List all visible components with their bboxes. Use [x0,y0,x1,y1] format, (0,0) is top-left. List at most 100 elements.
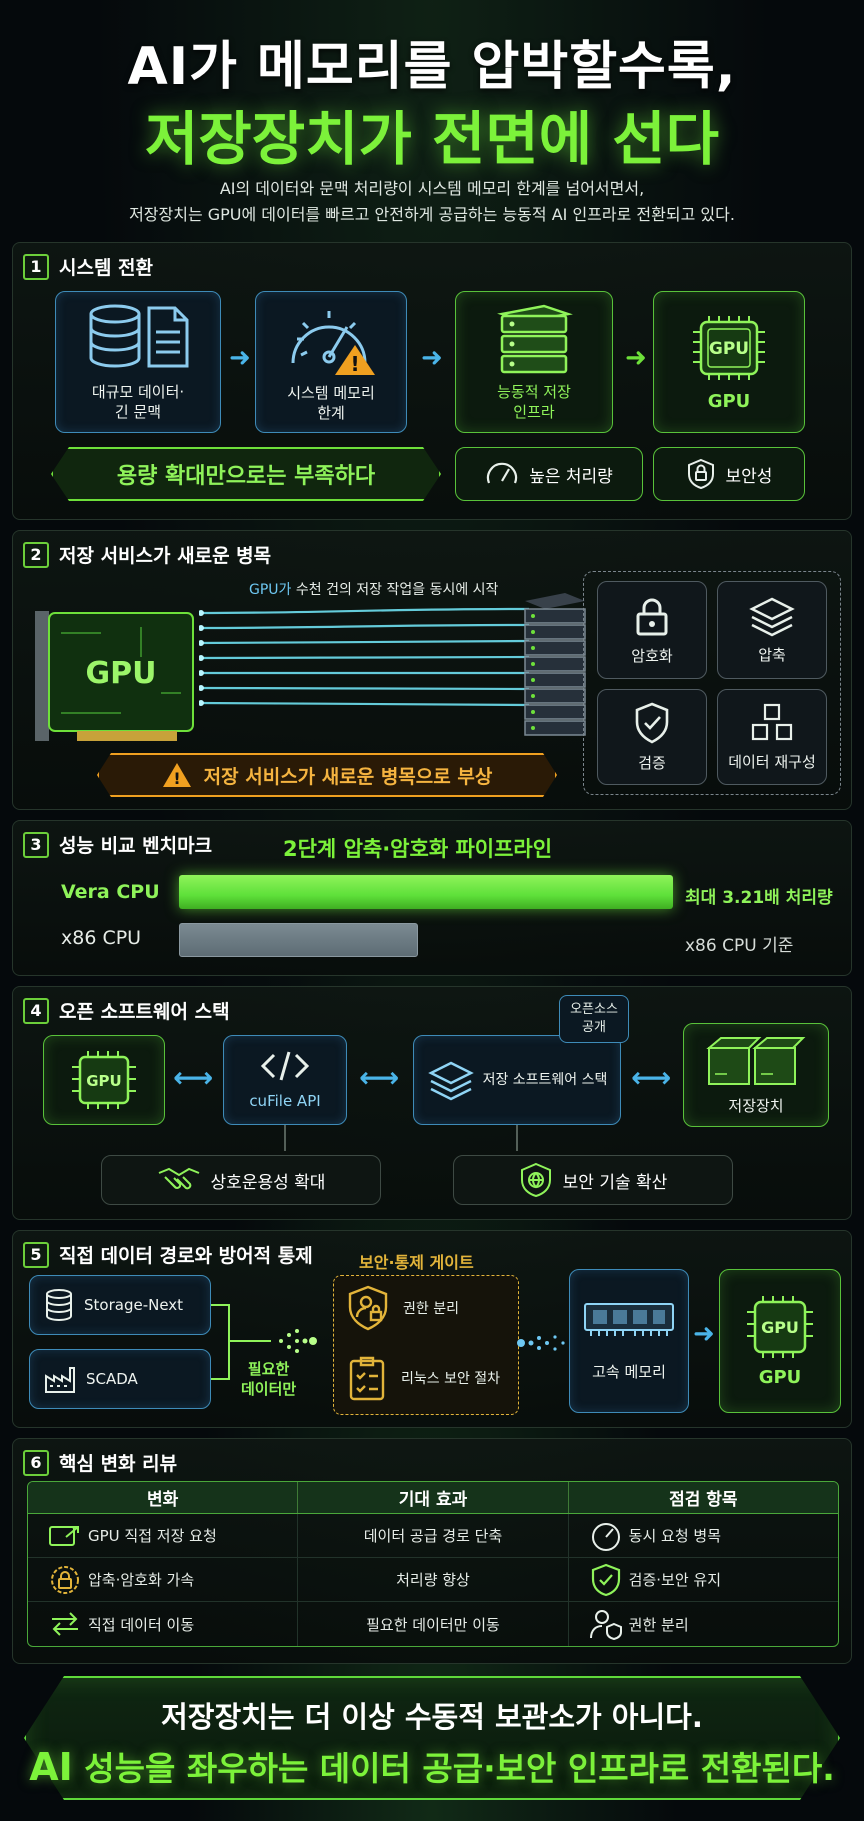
column-header: 점검 항목 [669,1490,738,1510]
bottleneck-warning: ! 저장 서비스가 새로운 병목으로 부상 [97,753,557,797]
table-row: GPU 직접 저장 요청 데이터 공급 경로 단축 동시 요청 병목 [28,1514,838,1558]
section-number: 3 [23,831,49,858]
table-header: 변화 기대 효과 점검 항목 [28,1482,838,1514]
bar-x86-cpu [179,923,418,957]
io-flow-lines [199,607,530,707]
pipeline-title: 2단계 압축·암호화 파이프라인 [283,837,553,861]
filter-line2: 데이터만 [241,1380,297,1398]
change-cell: 압축·암호화 가속 [28,1558,299,1601]
cell-text: 권한 분리 [628,1615,689,1634]
section-number: 1 [23,253,49,280]
section-key-changes-review: 6 핵심 변화 리뷰 변화 기대 효과 점검 항목 GPU 직접 저장 요청 데… [12,1438,852,1664]
handshake-icon [158,1167,199,1190]
gate-output-flow [517,1335,565,1351]
section-number: 2 [23,541,49,568]
step-large-data: 대규모 데이터· 긴 문맥 [55,291,221,433]
service-label: 검증 [638,754,666,772]
memory-module-icon [584,1303,674,1336]
source-label: Storage-Next [84,1296,184,1314]
footer-ai-highlight: AI [29,1745,73,1789]
database-document-icon [89,304,189,368]
capacity-banner: 용량 확대만으로는 부족하다 [51,447,441,501]
gauge-warning-icon: ! [291,311,375,376]
benefit-label: 보안 기술 확산 [562,1172,668,1193]
gpu-card-label: GPU [86,656,157,691]
section-storage-bottleneck: 2 저장 서비스가 새로운 병목 GPU GPU가 수천 건의 저장 작업을 동… [12,530,852,810]
gpu-chip-label: GPU [761,1318,799,1337]
section-title: 시스템 전환 [59,257,154,279]
gate-item-separation: 권한 분리 [347,1285,459,1331]
check-cell: 권한 분리 [569,1602,838,1646]
step-memory-limit: ! 시스템 메모리 한계 [255,291,407,433]
step-label: GPU [707,391,751,412]
flow-caption-text: 수천 건의 저장 작업을 동시에 시작 [291,582,499,598]
gate-item-linux: 리눅스 보안 절차 [347,1355,500,1401]
server-stack-icon [497,304,573,374]
storage-server-icon [524,593,586,736]
step-label-line1: 능동적 저장 [497,383,571,401]
flow-caption-highlight: GPU가 [249,582,292,598]
subtitle: AI의 데이터와 문맥 처리량이 시스템 메모리 한계를 넘어서면서, 저장장치… [0,176,864,228]
section-number: 5 [23,1241,49,1268]
bar-label-vera: Vera CPU [61,881,160,903]
benefit-security-spread: 보안 기술 확산 [453,1155,733,1205]
high-speed-memory: 고속 메모리 [569,1269,689,1413]
effect-cell: 필요한 데이터만 이동 [298,1602,569,1646]
step-label-line2: 긴 문맥 [114,403,162,421]
source-scada: SCADA [29,1349,211,1409]
lock-icon [636,598,668,636]
service-verification: 검증 [597,689,707,785]
bar-note-x86: x86 CPU 기준 [685,936,794,956]
section-title: 저장 서비스가 새로운 병목 [59,545,272,567]
gpu-chip-icon: GPU [693,316,765,380]
review-table: 변화 기대 효과 점검 항목 GPU 직접 저장 요청 데이터 공급 경로 단축… [27,1481,839,1647]
cell-text: GPU 직접 저장 요청 [88,1527,217,1545]
footer-line-1: 저장장치는 더 이상 수동적 보관소가 아니다. [161,1700,703,1734]
arrow-right-icon: ➜ [421,343,443,373]
step-gpu: GPU GPU [653,291,805,433]
destination-gpu: GPU GPU [719,1269,841,1413]
gpu-chip-icon: GPU [747,1296,813,1358]
section-benchmark: 3 성능 비교 벤치마크 2단계 압축·암호화 파이프라인 Vera CPU 최… [12,820,852,976]
section-system-transition: 1 시스템 전환 대규모 데이터· 긴 문맥 ➜ ! 시스템 메모리 한계 ➜ … [12,242,852,520]
benefit-label: 상호운용성 확대 [210,1172,326,1193]
section-number: 6 [23,1449,49,1476]
filter-label: 필요한 데이터만 [241,1359,296,1399]
subtitle-line-2: 저장장치는 GPU에 데이터를 빠르고 안전하게 공급하는 능동적 AI 인프라… [129,205,735,224]
step-label-line1: 대규모 데이터· [91,383,185,401]
cubes-icon [751,703,793,741]
footer-line-2: AI 성능을 좌우하는 데이터 공급·보안 인프라로 전환된다. [0,1742,864,1790]
user-shield-icon [589,1610,622,1640]
service-label: 데이터 재구성 [728,753,816,771]
check-cell: 검증·보안 유지 [569,1558,838,1601]
shield-user-lock-icon [348,1285,388,1331]
cell-text: 검증·보안 유지 [628,1571,721,1589]
step-label-line2: 인프라 [513,403,555,421]
filter-line1: 필요한 [247,1360,290,1378]
cell-text: 압축·암호화 가속 [88,1571,195,1589]
section-title: 직접 데이터 경로와 방어적 통제 [59,1245,313,1267]
footer-line-2-text: 성능을 좌우하는 데이터 공급·보안 인프라로 전환된다. [72,1749,835,1788]
gpu-chip-label: GPU [709,339,749,359]
layers-icon [749,597,795,637]
badge-security: 보안성 [653,447,805,501]
gauge-icon [591,1522,620,1551]
section-direct-data-path: 5 직접 데이터 경로와 방어적 통제 Storage-Next SCADA 필… [12,1230,852,1428]
section-title: 성능 비교 벤치마크 [59,835,213,857]
source-storage-next: Storage-Next [29,1275,211,1335]
step-label-line1: 시스템 메모리 [287,384,375,402]
step-label-line2: 한계 [317,404,345,422]
effect-cell: 데이터 공급 경로 단축 [298,1514,569,1557]
gpu-request-icon [49,1525,79,1546]
service-label: 암호화 [631,647,673,665]
memory-label: 고속 메모리 [592,1363,666,1381]
gate-item-label: 권한 분리 [403,1301,459,1317]
bar-label-x86: x86 CPU [61,927,142,949]
factory-icon [45,1367,75,1393]
gpu-label: GPU [758,1367,802,1388]
arrow-right-icon: ➜ [693,1319,715,1349]
svg-text:!: ! [350,352,359,376]
warning-icon: ! [162,762,192,788]
benefit-interoperability: 상호운용성 확대 [101,1155,381,1205]
lock-cog-icon [51,1565,79,1594]
